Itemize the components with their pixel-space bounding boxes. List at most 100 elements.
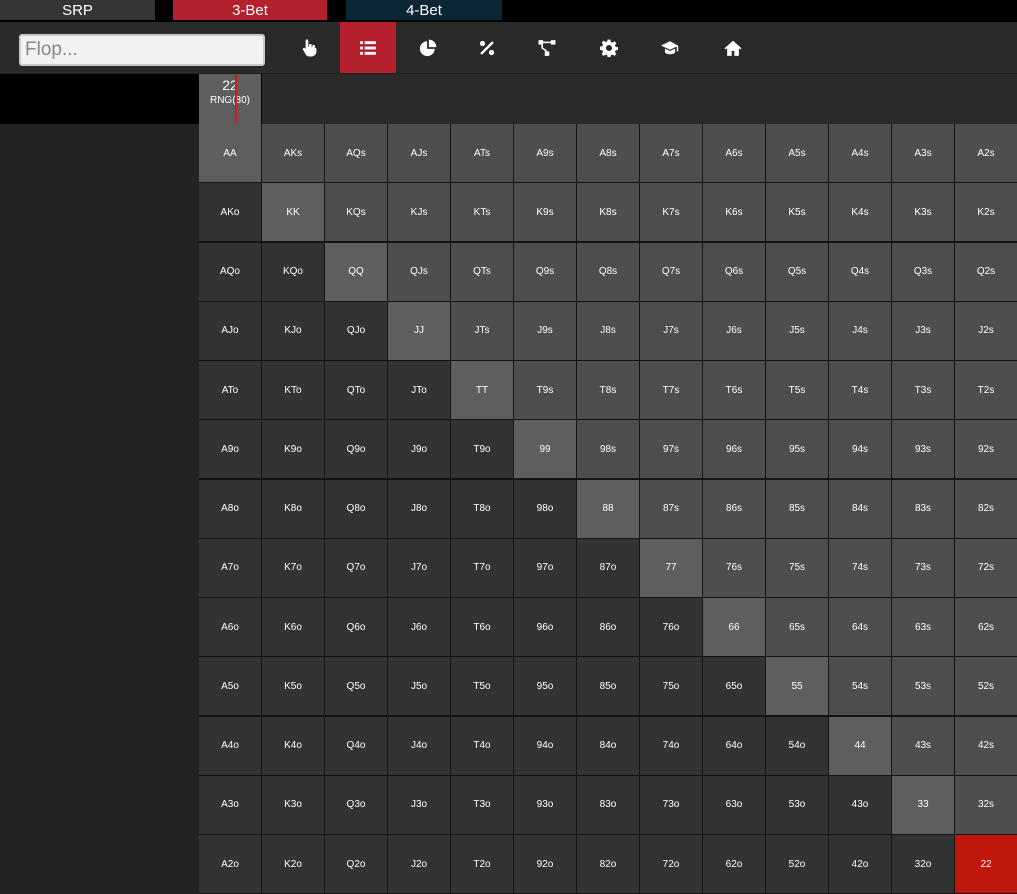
flop-input[interactable] bbox=[19, 34, 265, 66]
hand-cell-96o[interactable]: 96o bbox=[514, 598, 576, 656]
hand-cell-K7o[interactable]: K7o bbox=[262, 538, 324, 597]
hand-cell-22[interactable]: 22 bbox=[955, 835, 1017, 893]
hand-cell-Q5s[interactable]: Q5s bbox=[766, 242, 828, 301]
home-button[interactable] bbox=[705, 22, 761, 73]
hand-cell-KK[interactable]: KK bbox=[262, 183, 324, 242]
percent-button[interactable] bbox=[459, 22, 515, 73]
hand-cell-72o[interactable]: 72o bbox=[640, 835, 702, 893]
hand-cell-95o[interactable]: 95o bbox=[514, 657, 576, 716]
hand-cell-73o[interactable]: 73o bbox=[640, 775, 702, 834]
hand-cell-K6s[interactable]: K6s bbox=[703, 183, 765, 242]
hand-cell-J9o[interactable]: J9o bbox=[388, 420, 450, 479]
hand-cell-A9s[interactable]: A9s bbox=[514, 124, 576, 182]
hand-cell-92s[interactable]: 92s bbox=[955, 420, 1017, 479]
hand-cell-K5s[interactable]: K5s bbox=[766, 183, 828, 242]
hand-cell-KQo[interactable]: KQo bbox=[262, 242, 324, 301]
hand-cell-T9s[interactable]: T9s bbox=[514, 361, 576, 419]
hand-cell-76o[interactable]: 76o bbox=[640, 598, 702, 656]
hand-cell-JTs[interactable]: JTs bbox=[451, 301, 513, 360]
hand-cell-Q9s[interactable]: Q9s bbox=[514, 242, 576, 301]
hand-cell-KTs[interactable]: KTs bbox=[451, 183, 513, 242]
hand-cell-Q4o[interactable]: Q4o bbox=[325, 716, 387, 775]
selected-combo-cell[interactable]: 22 RNG(80) bbox=[199, 74, 261, 124]
hand-cell-97o[interactable]: 97o bbox=[514, 538, 576, 597]
hand-cell-J7s[interactable]: J7s bbox=[640, 301, 702, 360]
hand-cell-92o[interactable]: 92o bbox=[514, 835, 576, 893]
hand-cell-Q9o[interactable]: Q9o bbox=[325, 420, 387, 479]
hand-cell-ATs[interactable]: ATs bbox=[451, 124, 513, 182]
hand-cell-Q3o[interactable]: Q3o bbox=[325, 775, 387, 834]
hand-cell-33[interactable]: 33 bbox=[892, 775, 954, 834]
hand-cell-87o[interactable]: 87o bbox=[577, 538, 639, 597]
hand-cell-A7s[interactable]: A7s bbox=[640, 124, 702, 182]
hand-cell-K3s[interactable]: K3s bbox=[892, 183, 954, 242]
hand-cell-T4o[interactable]: T4o bbox=[451, 716, 513, 775]
hand-cell-Q4s[interactable]: Q4s bbox=[829, 242, 891, 301]
hand-cell-K3o[interactable]: K3o bbox=[262, 775, 324, 834]
hand-cell-A3s[interactable]: A3s bbox=[892, 124, 954, 182]
hand-cell-A3o[interactable]: A3o bbox=[199, 775, 261, 834]
hand-cell-97s[interactable]: 97s bbox=[640, 420, 702, 479]
hand-pointer-button[interactable] bbox=[281, 22, 337, 73]
hand-cell-T2o[interactable]: T2o bbox=[451, 835, 513, 893]
hand-cell-J5s[interactable]: J5s bbox=[766, 301, 828, 360]
hand-cell-KJo[interactable]: KJo bbox=[262, 301, 324, 360]
hand-cell-72s[interactable]: 72s bbox=[955, 538, 1017, 597]
hand-cell-J2s[interactable]: J2s bbox=[955, 301, 1017, 360]
hand-cell-52o[interactable]: 52o bbox=[766, 835, 828, 893]
hand-cell-87s[interactable]: 87s bbox=[640, 479, 702, 538]
hand-cell-J2o[interactable]: J2o bbox=[388, 835, 450, 893]
hand-cell-K2o[interactable]: K2o bbox=[262, 835, 324, 893]
hand-cell-85o[interactable]: 85o bbox=[577, 657, 639, 716]
hand-cell-KJs[interactable]: KJs bbox=[388, 183, 450, 242]
hand-cell-J8s[interactable]: J8s bbox=[577, 301, 639, 360]
hand-cell-T5s[interactable]: T5s bbox=[766, 361, 828, 419]
hand-cell-K9s[interactable]: K9s bbox=[514, 183, 576, 242]
hand-cell-95s[interactable]: 95s bbox=[766, 420, 828, 479]
hand-cell-A8o[interactable]: A8o bbox=[199, 479, 261, 538]
hand-cell-K4o[interactable]: K4o bbox=[262, 716, 324, 775]
hand-cell-63o[interactable]: 63o bbox=[703, 775, 765, 834]
hand-cell-Q8o[interactable]: Q8o bbox=[325, 479, 387, 538]
hand-cell-94o[interactable]: 94o bbox=[514, 716, 576, 775]
hand-cell-T6s[interactable]: T6s bbox=[703, 361, 765, 419]
pie-chart-button[interactable] bbox=[400, 22, 456, 73]
hand-cell-96s[interactable]: 96s bbox=[703, 420, 765, 479]
hand-cell-Q7o[interactable]: Q7o bbox=[325, 538, 387, 597]
tab-4bet[interactable]: 4-Bet bbox=[346, 0, 502, 20]
tab-3bet[interactable]: 3-Bet bbox=[173, 0, 327, 20]
hand-cell-AQs[interactable]: AQs bbox=[325, 124, 387, 182]
hand-cell-75o[interactable]: 75o bbox=[640, 657, 702, 716]
hand-cell-KTo[interactable]: KTo bbox=[262, 361, 324, 419]
hand-cell-65o[interactable]: 65o bbox=[703, 657, 765, 716]
hand-cell-Q7s[interactable]: Q7s bbox=[640, 242, 702, 301]
hand-cell-42s[interactable]: 42s bbox=[955, 716, 1017, 775]
hand-cell-T8o[interactable]: T8o bbox=[451, 479, 513, 538]
hand-cell-42o[interactable]: 42o bbox=[829, 835, 891, 893]
hand-cell-AA[interactable]: AA bbox=[199, 124, 261, 182]
hand-cell-93s[interactable]: 93s bbox=[892, 420, 954, 479]
hand-cell-77[interactable]: 77 bbox=[640, 538, 702, 597]
hand-cell-A8s[interactable]: A8s bbox=[577, 124, 639, 182]
hand-cell-T3o[interactable]: T3o bbox=[451, 775, 513, 834]
hand-cell-74s[interactable]: 74s bbox=[829, 538, 891, 597]
hand-cell-86s[interactable]: 86s bbox=[703, 479, 765, 538]
hand-cell-54o[interactable]: 54o bbox=[766, 716, 828, 775]
hand-cell-84o[interactable]: 84o bbox=[577, 716, 639, 775]
hand-cell-A5o[interactable]: A5o bbox=[199, 657, 261, 716]
hand-cell-K7s[interactable]: K7s bbox=[640, 183, 702, 242]
hand-cell-83s[interactable]: 83s bbox=[892, 479, 954, 538]
hand-cell-K2s[interactable]: K2s bbox=[955, 183, 1017, 242]
hand-cell-32s[interactable]: 32s bbox=[955, 775, 1017, 834]
hand-cell-J9s[interactable]: J9s bbox=[514, 301, 576, 360]
settings-button[interactable] bbox=[581, 22, 637, 73]
hand-cell-64s[interactable]: 64s bbox=[829, 598, 891, 656]
hand-cell-62s[interactable]: 62s bbox=[955, 598, 1017, 656]
hand-cell-A5s[interactable]: A5s bbox=[766, 124, 828, 182]
hand-cell-K5o[interactable]: K5o bbox=[262, 657, 324, 716]
hand-cell-65s[interactable]: 65s bbox=[766, 598, 828, 656]
hand-cell-86o[interactable]: 86o bbox=[577, 598, 639, 656]
hand-cell-TT[interactable]: TT bbox=[451, 361, 513, 419]
hand-cell-QQ[interactable]: QQ bbox=[325, 242, 387, 301]
hand-cell-J4o[interactable]: J4o bbox=[388, 716, 450, 775]
